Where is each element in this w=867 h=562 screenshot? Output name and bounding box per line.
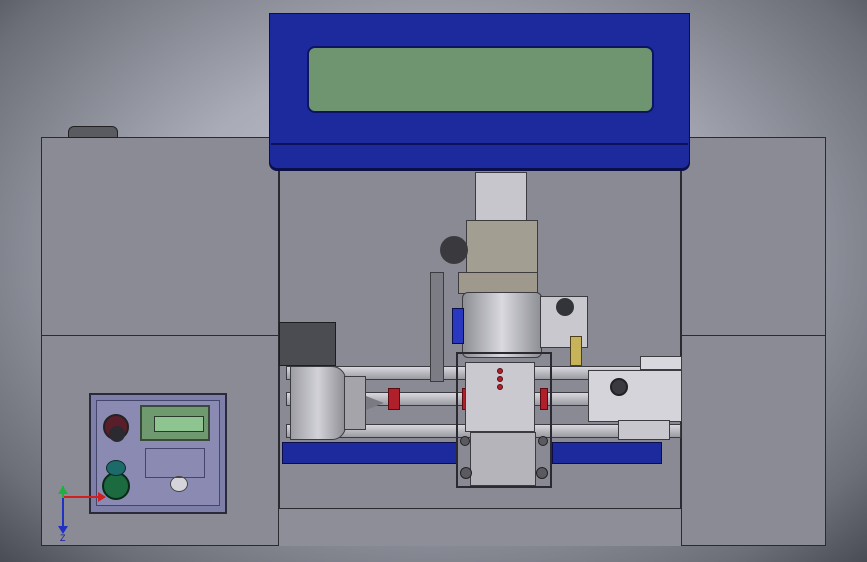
mini-lcd-screen bbox=[154, 416, 204, 432]
tailstock-top bbox=[640, 356, 682, 370]
right-enclosure-panel bbox=[681, 137, 826, 546]
tailstock bbox=[588, 370, 682, 422]
panel-hole bbox=[170, 476, 188, 492]
left-blue-rail bbox=[282, 442, 458, 464]
panel-bracket bbox=[145, 448, 205, 478]
spindle-chuck bbox=[344, 376, 366, 430]
column-top bbox=[475, 172, 527, 222]
x-axis-arrow bbox=[64, 496, 98, 498]
base-plate bbox=[279, 508, 681, 546]
right-panel-seam bbox=[681, 335, 826, 336]
spindle-tube bbox=[462, 292, 542, 358]
z-axis-label: Z bbox=[60, 533, 66, 543]
lcd-screen bbox=[307, 46, 654, 113]
carriage-foot bbox=[470, 432, 536, 486]
blue-bearing bbox=[452, 308, 464, 344]
red-button-cap bbox=[109, 426, 125, 442]
limit-switch bbox=[570, 336, 582, 366]
column-body bbox=[458, 272, 538, 294]
red-stop-left bbox=[388, 388, 400, 410]
top-knob bbox=[68, 126, 118, 138]
tailstock-base bbox=[618, 420, 670, 440]
bolt-tr bbox=[538, 436, 548, 446]
right-blue-rail bbox=[552, 442, 662, 464]
bolt-tl bbox=[460, 436, 470, 446]
bolt-bl bbox=[460, 467, 472, 479]
column-mount bbox=[466, 220, 538, 274]
spindle-tip bbox=[366, 396, 384, 410]
cable-gland bbox=[440, 236, 468, 264]
spindle-motor bbox=[290, 366, 346, 440]
bolt-br bbox=[536, 467, 548, 479]
y-axis-head bbox=[58, 486, 68, 494]
tailstock-bolt bbox=[610, 378, 628, 396]
motor-block bbox=[279, 322, 336, 366]
left-panel-seam bbox=[41, 335, 279, 336]
left-clamp bbox=[430, 272, 444, 382]
x-axis-head bbox=[98, 492, 106, 502]
bracket-knob bbox=[556, 298, 574, 316]
lcd-housing-lip bbox=[271, 143, 688, 145]
teal-knob-icon[interactable] bbox=[106, 460, 126, 476]
green-button-icon[interactable] bbox=[102, 472, 130, 500]
